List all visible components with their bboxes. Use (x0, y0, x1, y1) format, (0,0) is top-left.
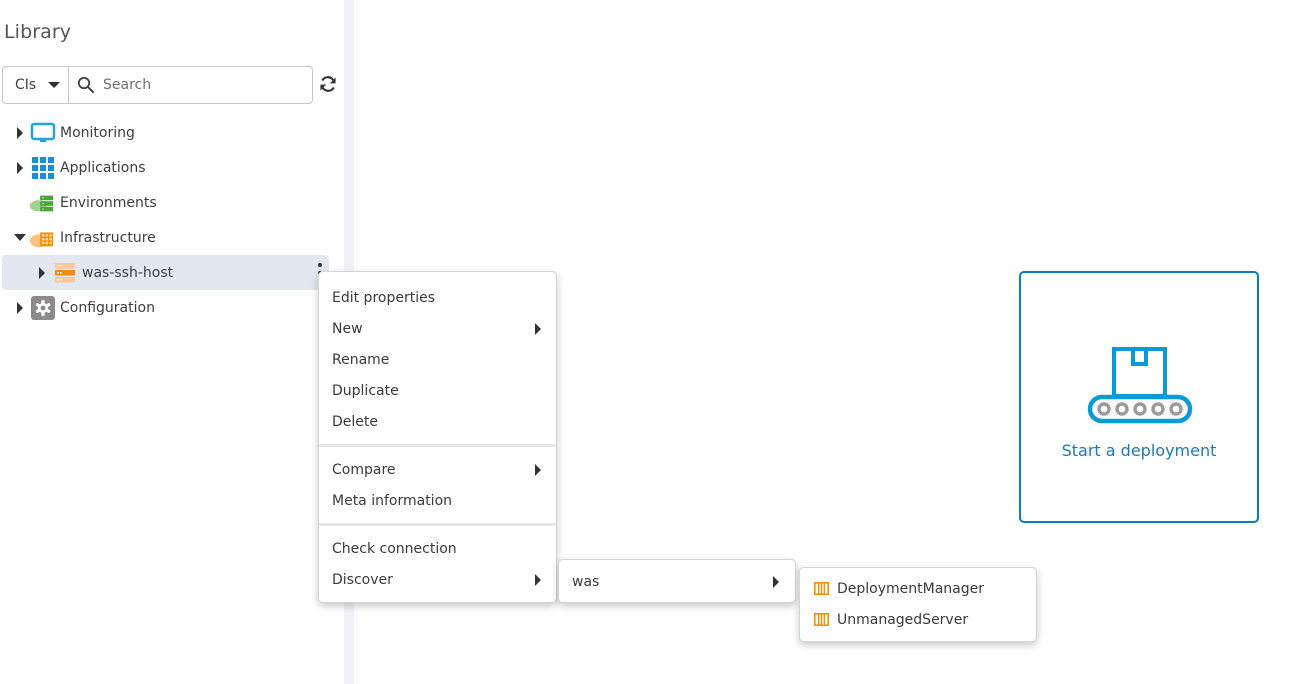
discover-submenu: was (558, 559, 796, 603)
search-row: CIs (2, 66, 313, 104)
search-icon (77, 76, 94, 93)
menu-item-delete[interactable]: Delete (319, 406, 556, 437)
ci-type-selected: CIs (15, 77, 37, 93)
menu-item-check-connection[interactable]: Check connection (319, 533, 556, 564)
environments-cloud-icon (29, 191, 55, 215)
menu-item-label: Edit properties (332, 289, 436, 306)
menu-item-label: Check connection (332, 540, 457, 557)
menu-separator (319, 523, 556, 526)
menu-item-label: New (332, 320, 363, 337)
start-deployment-card[interactable]: Start a deployment (1019, 271, 1259, 523)
expand-arrow-icon[interactable] (17, 161, 23, 174)
menu-item-label: Delete (332, 413, 378, 430)
expand-arrow-icon[interactable] (17, 301, 23, 314)
menu-item-meta-information[interactable]: Meta information (319, 485, 556, 516)
monitor-icon (30, 121, 56, 145)
menu-item-label: DeploymentManager (837, 580, 984, 597)
tree-node-label: Applications (60, 159, 146, 176)
menu-separator (319, 444, 556, 447)
tree-node-was-ssh-host[interactable]: was-ssh-host (2, 255, 329, 290)
submenu-arrow-icon (773, 575, 779, 588)
context-menu: Edit properties New Rename Duplicate Del… (318, 271, 557, 603)
tree-node-label: was-ssh-host (82, 264, 174, 281)
tree-node-environments[interactable]: Environments (0, 185, 344, 220)
server-host-icon (52, 261, 78, 285)
menu-item-discover[interactable]: Discover (319, 564, 556, 595)
menu-item-label: Rename (332, 351, 390, 368)
gear-icon (30, 295, 56, 320)
submenu-arrow-icon (535, 463, 541, 476)
search-input[interactable] (103, 77, 293, 93)
tree-node-configuration[interactable]: Configuration (0, 290, 344, 325)
menu-item-compare[interactable]: Compare (319, 454, 556, 485)
menu-item-label: Discover (332, 571, 393, 588)
submenu-arrow-icon (535, 573, 541, 586)
menu-item-unmanaged-server[interactable]: UnmanagedServer (800, 604, 1036, 635)
tree-node-applications[interactable]: Applications (0, 150, 344, 185)
submenu-arrow-icon (535, 322, 541, 335)
menu-item-was[interactable]: was (559, 566, 795, 597)
ci-type-dropdown[interactable]: CIs (3, 67, 69, 103)
library-tree: Monitoring Applications Environments Inf… (0, 115, 344, 325)
ci-type-icon (814, 582, 829, 595)
start-deployment-label: Start a deployment (1061, 441, 1217, 460)
infrastructure-cloud-icon (29, 226, 55, 250)
refresh-icon[interactable] (318, 74, 338, 94)
menu-item-label: Meta information (332, 492, 453, 509)
menu-item-duplicate[interactable]: Duplicate (319, 375, 556, 406)
conveyor-belt-package-icon (1087, 347, 1193, 424)
menu-item-label: UnmanagedServer (837, 611, 969, 628)
tree-node-label: Monitoring (60, 124, 135, 141)
ci-type-icon (814, 613, 829, 626)
collapse-arrow-icon[interactable] (14, 234, 26, 241)
caret-down-icon (48, 82, 61, 88)
applications-grid-icon (30, 156, 56, 180)
was-type-submenu: DeploymentManager UnmanagedServer (799, 567, 1037, 642)
tree-node-label: Environments (60, 194, 157, 211)
expand-arrow-icon[interactable] (17, 126, 23, 139)
tree-node-label: Infrastructure (60, 229, 156, 246)
menu-item-deployment-manager[interactable]: DeploymentManager (800, 573, 1036, 604)
tree-node-label: Configuration (60, 299, 155, 316)
library-title: Library (4, 21, 72, 43)
library-sidebar: Library CIs M (0, 0, 344, 684)
menu-item-label: was (572, 573, 600, 590)
menu-item-edit-properties[interactable]: Edit properties (319, 282, 556, 313)
search-box (69, 67, 312, 103)
menu-item-rename[interactable]: Rename (319, 344, 556, 375)
tree-node-monitoring[interactable]: Monitoring (0, 115, 344, 150)
menu-item-label: Duplicate (332, 382, 399, 399)
menu-item-new[interactable]: New (319, 313, 556, 344)
tree-node-infrastructure[interactable]: Infrastructure (0, 220, 344, 255)
expand-arrow-icon[interactable] (39, 266, 45, 279)
menu-item-label: Compare (332, 461, 396, 478)
